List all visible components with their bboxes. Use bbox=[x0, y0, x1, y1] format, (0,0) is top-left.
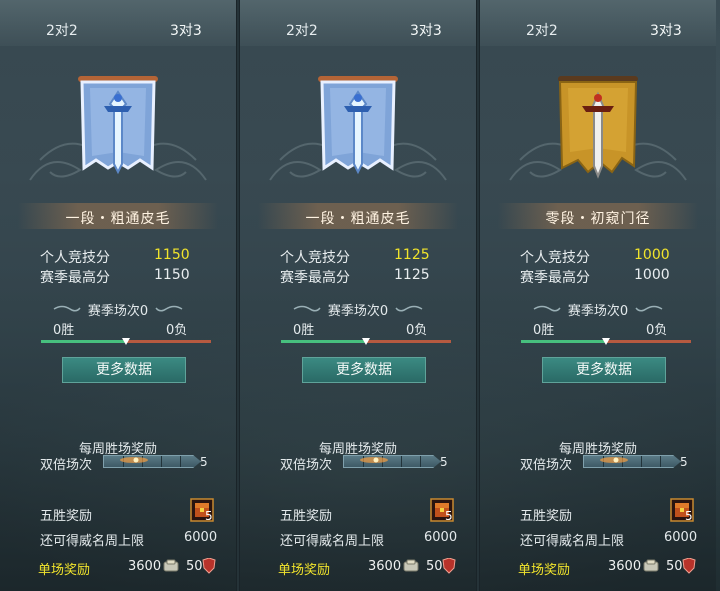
double-matches-label: 双倍场次 bbox=[40, 458, 93, 473]
right-ornament-icon bbox=[635, 305, 663, 312]
shield-reward-value: 50 bbox=[666, 559, 683, 574]
double-matches-label: 双倍场次 bbox=[520, 458, 573, 473]
arena-panel: 2对2 3对3 bbox=[480, 0, 716, 591]
silver-coin-icon bbox=[643, 559, 659, 572]
tab-3v3[interactable]: 3对3 bbox=[170, 20, 202, 40]
chest-count: 5 bbox=[445, 509, 453, 523]
losses-count: 0负 bbox=[166, 323, 188, 338]
season-high-value: 1000 bbox=[634, 267, 670, 283]
season-matches: 赛季场次0 bbox=[327, 304, 389, 319]
shield-reward-value: 50 bbox=[426, 559, 443, 574]
mode-tabs: 2对2 3对3 bbox=[480, 0, 716, 46]
personal-score-label: 个人竞技分 bbox=[40, 250, 110, 266]
rank-title: 一段・粗通皮毛 bbox=[305, 211, 411, 227]
tab-3v3[interactable]: 3对3 bbox=[650, 20, 682, 40]
fame-cap-value: 6000 bbox=[664, 530, 698, 545]
losses-count: 0负 bbox=[646, 323, 668, 338]
personal-score-label: 个人竞技分 bbox=[280, 250, 350, 266]
win-fill bbox=[41, 340, 126, 343]
tab-2v2[interactable]: 2对2 bbox=[46, 20, 78, 40]
wins-count: 0胜 bbox=[53, 323, 75, 338]
more-data-button[interactable]: 更多数据 bbox=[62, 357, 186, 383]
fame-cap-value: 6000 bbox=[184, 530, 218, 545]
mode-tabs: 2对2 3对3 bbox=[0, 0, 236, 46]
losses-count: 0负 bbox=[406, 323, 428, 338]
sparkle-effect-icon bbox=[600, 457, 628, 463]
win-ratio-marker bbox=[362, 338, 370, 345]
single-match-reward-label: 单场奖励 bbox=[518, 563, 571, 578]
fame-cap-label: 还可得威名周上限 bbox=[40, 534, 145, 549]
rank-title: 零段・初窥门径 bbox=[545, 211, 651, 227]
season-high-value: 1125 bbox=[394, 267, 430, 283]
coin-reward-value: 3600 bbox=[608, 559, 642, 574]
more-data-button[interactable]: 更多数据 bbox=[542, 357, 666, 383]
wins-count: 0胜 bbox=[533, 323, 555, 338]
five-win-reward-label: 五胜奖励 bbox=[40, 509, 93, 524]
more-data-button[interactable]: 更多数据 bbox=[302, 357, 426, 383]
red-shield-icon bbox=[682, 558, 696, 574]
right-ornament-icon bbox=[155, 305, 183, 312]
tab-2v2[interactable]: 2对2 bbox=[526, 20, 558, 40]
red-shield-icon bbox=[202, 558, 216, 574]
double-matches-total: 5 bbox=[440, 455, 448, 469]
season-matches: 赛季场次0 bbox=[87, 304, 149, 319]
fame-cap-label: 还可得威名周上限 bbox=[280, 534, 385, 549]
red-shield-icon bbox=[442, 558, 456, 574]
personal-score-value: 1000 bbox=[634, 247, 670, 263]
double-matches-label: 双倍场次 bbox=[280, 458, 333, 473]
tab-3v3[interactable]: 3对3 bbox=[410, 20, 442, 40]
single-match-reward-label: 单场奖励 bbox=[278, 563, 331, 578]
personal-score-value: 1150 bbox=[154, 247, 190, 263]
rank-emblem-icon bbox=[318, 76, 398, 175]
five-win-reward-label: 五胜奖励 bbox=[280, 509, 333, 524]
win-ratio-marker bbox=[602, 338, 610, 345]
silver-coin-icon bbox=[403, 559, 419, 572]
win-fill bbox=[521, 340, 606, 343]
season-high-label: 赛季最高分 bbox=[40, 270, 110, 286]
season-matches: 赛季场次0 bbox=[567, 304, 629, 319]
fame-cap-label: 还可得威名周上限 bbox=[520, 534, 625, 549]
double-matches-total: 5 bbox=[200, 455, 208, 469]
sparkle-effect-icon bbox=[360, 457, 388, 463]
wins-count: 0胜 bbox=[293, 323, 315, 338]
sparkle-effect-icon bbox=[120, 457, 148, 463]
five-win-reward-label: 五胜奖励 bbox=[520, 509, 573, 524]
right-ornament-icon bbox=[395, 305, 423, 312]
mode-tabs: 2对2 3对3 bbox=[240, 0, 476, 46]
chest-count: 5 bbox=[685, 509, 693, 523]
coin-reward-value: 3600 bbox=[368, 559, 402, 574]
fame-cap-value: 6000 bbox=[424, 530, 458, 545]
arena-panel: 2对2 3对3 bbox=[240, 0, 476, 591]
chest-count: 5 bbox=[205, 509, 213, 523]
rank-emblem-icon bbox=[78, 76, 158, 175]
win-ratio-marker bbox=[122, 338, 130, 345]
single-match-reward-label: 单场奖励 bbox=[38, 563, 91, 578]
rank-title: 一段・粗通皮毛 bbox=[65, 211, 171, 227]
tab-2v2[interactable]: 2对2 bbox=[286, 20, 318, 40]
rank-emblem-icon bbox=[558, 76, 638, 179]
win-fill bbox=[281, 340, 366, 343]
double-matches-total: 5 bbox=[680, 455, 688, 469]
arena-panel: 2对2 3对3 bbox=[0, 0, 236, 591]
season-high-label: 赛季最高分 bbox=[520, 270, 590, 286]
coin-reward-value: 3600 bbox=[128, 559, 162, 574]
personal-score-label: 个人竞技分 bbox=[520, 250, 590, 266]
season-high-value: 1150 bbox=[154, 267, 190, 283]
silver-coin-icon bbox=[163, 559, 179, 572]
shield-reward-value: 50 bbox=[186, 559, 203, 574]
personal-score-value: 1125 bbox=[394, 247, 430, 263]
season-high-label: 赛季最高分 bbox=[280, 270, 350, 286]
